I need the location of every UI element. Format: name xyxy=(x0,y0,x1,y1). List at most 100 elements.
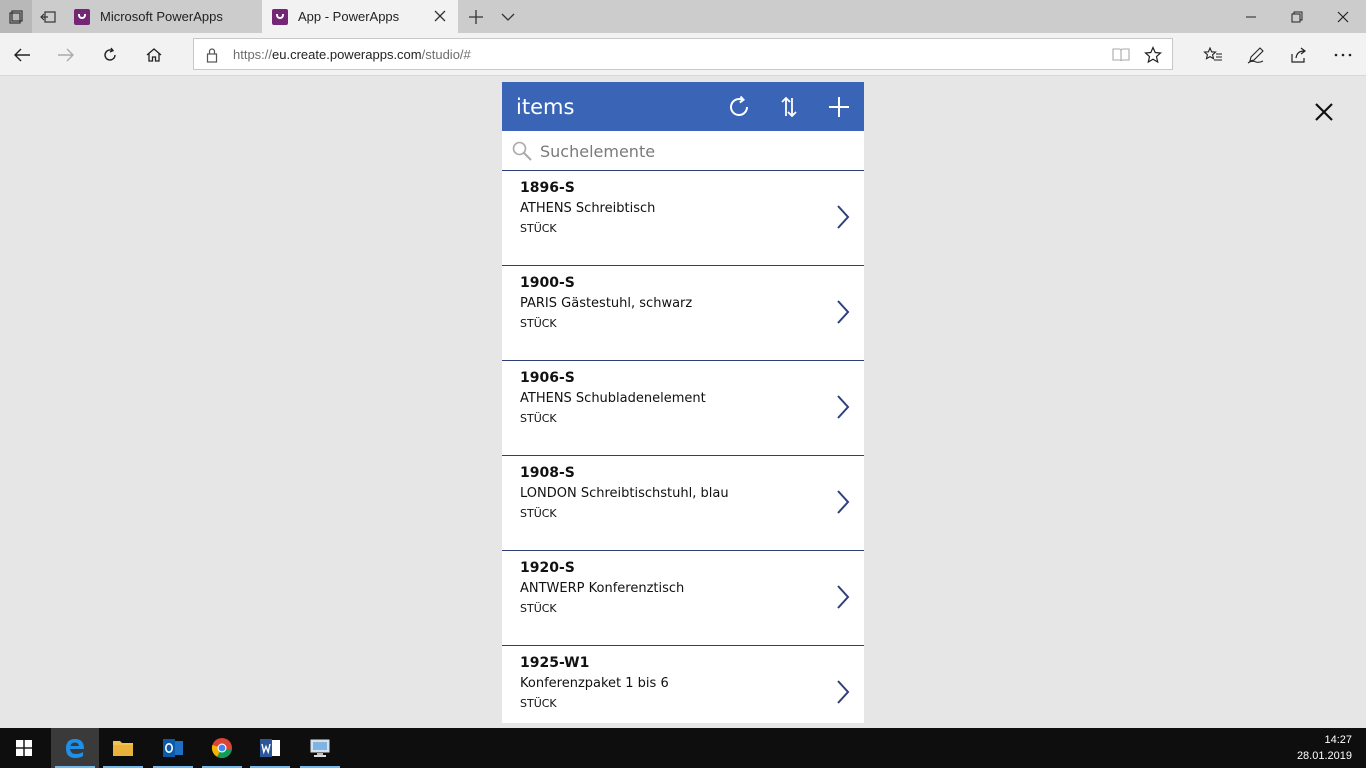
url-path: /studio/# xyxy=(421,47,471,62)
list-item[interactable]: 1896-S ATHENS Schreibtisch STÜCK xyxy=(502,171,864,266)
more-button[interactable] xyxy=(1327,39,1359,71)
item-code: 1920-S xyxy=(520,560,575,576)
start-button[interactable] xyxy=(0,728,48,768)
close-icon xyxy=(1337,11,1349,22)
item-unit: STÜCK xyxy=(520,602,557,615)
tab-app-powerapps[interactable]: App - PowerApps xyxy=(262,0,458,33)
address-bar[interactable]: https://eu.create.powerapps.com/studio/# xyxy=(193,38,1173,70)
ellipsis-icon xyxy=(1334,53,1352,57)
arrow-right-icon xyxy=(58,48,74,62)
chrome-icon xyxy=(211,738,232,758)
page-title: items xyxy=(516,95,575,119)
refresh-button[interactable] xyxy=(94,39,126,71)
home-button[interactable] xyxy=(138,39,170,71)
item-description: ATHENS Schreibtisch xyxy=(520,201,656,216)
favorites-hub-button[interactable] xyxy=(1197,39,1229,71)
reading-view-icon[interactable] xyxy=(1112,47,1130,63)
app-header: items xyxy=(502,82,864,131)
clock-date: 28.01.2019 xyxy=(1296,750,1352,762)
new-tab-button[interactable] xyxy=(460,0,492,33)
taskbar-chrome[interactable] xyxy=(198,728,246,768)
taskbar-edge[interactable] xyxy=(51,728,99,768)
browser-titlebar: Microsoft PowerApps App - PowerApps xyxy=(0,0,1366,33)
clock-time: 14:27 xyxy=(1324,734,1352,746)
powerapps-icon xyxy=(272,8,288,25)
restore-button[interactable] xyxy=(1274,0,1320,33)
url-host: eu.create.powerapps.com xyxy=(272,47,422,62)
close-preview-icon[interactable] xyxy=(1312,100,1336,124)
favorite-star-icon[interactable] xyxy=(1144,46,1162,64)
item-description: ATHENS Schubladenelement xyxy=(520,391,706,406)
url-scheme: https:// xyxy=(233,47,273,62)
list-item[interactable]: 1920-S ANTWERP Konferenztisch STÜCK xyxy=(502,551,864,646)
lock-icon xyxy=(206,48,218,63)
tab-label: Microsoft PowerApps xyxy=(100,9,223,24)
tabs-aside-button[interactable] xyxy=(32,0,64,33)
arrow-left-icon xyxy=(14,48,30,62)
back-button[interactable] xyxy=(6,39,38,71)
chevron-right-icon[interactable] xyxy=(835,299,851,325)
powerapps-app-screen: items 1896-S ATHENS Schreibtisch STÜCK 1… xyxy=(502,82,864,723)
tabs-aside-icon xyxy=(40,10,56,23)
close-tab-icon[interactable] xyxy=(432,8,448,24)
item-description: ANTWERP Konferenztisch xyxy=(520,581,685,596)
tab-list-button[interactable] xyxy=(492,0,524,33)
item-unit: STÜCK xyxy=(520,697,557,710)
refresh-icon xyxy=(104,47,116,61)
add-icon[interactable] xyxy=(827,95,851,119)
share-icon xyxy=(1291,47,1306,63)
search-bar xyxy=(502,131,864,171)
taskbar-remote-desktop[interactable] xyxy=(296,728,344,768)
edge-icon xyxy=(66,739,84,758)
taskbar-file-explorer[interactable] xyxy=(99,728,147,768)
plus-icon xyxy=(469,9,483,24)
items-gallery: 1896-S ATHENS Schreibtisch STÜCK 1900-S … xyxy=(502,171,864,723)
item-description: Konferenzpaket 1 bis 6 xyxy=(520,676,669,691)
chevron-right-icon[interactable] xyxy=(835,489,851,515)
chevron-down-icon xyxy=(501,13,515,21)
chevron-right-icon[interactable] xyxy=(835,394,851,420)
chevron-right-icon[interactable] xyxy=(835,679,851,705)
list-item[interactable]: 1900-S PARIS Gästestuhl, schwarz STÜCK xyxy=(502,266,864,361)
list-item[interactable]: 1906-S ATHENS Schubladenelement STÜCK xyxy=(502,361,864,456)
list-item[interactable]: 1925-W1 Konferenzpaket 1 bis 6 STÜCK xyxy=(502,646,864,723)
favorites-list-icon xyxy=(1203,46,1222,61)
item-unit: STÜCK xyxy=(520,507,557,520)
item-unit: STÜCK xyxy=(520,412,557,425)
tab-microsoft-powerapps[interactable]: Microsoft PowerApps xyxy=(64,0,262,33)
folder-icon xyxy=(113,741,133,756)
refresh-icon[interactable] xyxy=(727,95,751,119)
home-icon xyxy=(146,48,162,62)
item-code: 1900-S xyxy=(520,275,575,291)
share-button[interactable] xyxy=(1283,39,1315,71)
tab-previews-icon xyxy=(9,9,23,24)
chevron-right-icon[interactable] xyxy=(835,204,851,230)
restore-icon xyxy=(1291,11,1303,22)
sort-icon[interactable] xyxy=(777,95,801,119)
close-window-button[interactable] xyxy=(1320,0,1366,33)
list-item[interactable]: 1908-S LONDON Schreibtischstuhl, blau ST… xyxy=(502,456,864,551)
search-input[interactable] xyxy=(540,139,840,163)
tab-previews-button[interactable] xyxy=(0,0,32,33)
windows-taskbar: 14:27 28.01.2019 xyxy=(0,728,1366,768)
system-clock[interactable]: 14:27 28.01.2019 xyxy=(1297,732,1352,764)
minimize-button[interactable] xyxy=(1228,0,1274,33)
item-code: 1908-S xyxy=(520,465,575,481)
search-icon xyxy=(512,141,532,161)
item-code: 1925-W1 xyxy=(520,655,590,671)
taskbar-word[interactable] xyxy=(246,728,294,768)
taskbar-outlook[interactable] xyxy=(149,728,197,768)
url-text[interactable]: https://eu.create.powerapps.com/studio/# xyxy=(233,47,471,62)
chevron-right-icon[interactable] xyxy=(835,584,851,610)
item-code: 1906-S xyxy=(520,370,575,386)
powerapps-icon xyxy=(74,8,90,25)
item-unit: STÜCK xyxy=(520,222,557,235)
word-icon xyxy=(260,739,280,757)
pen-icon xyxy=(1247,47,1264,64)
outlook-icon xyxy=(163,739,183,757)
minimize-icon xyxy=(1246,16,1256,17)
item-code: 1896-S xyxy=(520,180,575,196)
web-note-button[interactable] xyxy=(1240,39,1272,71)
forward-button[interactable] xyxy=(50,39,82,71)
browser-navbar: https://eu.create.powerapps.com/studio/# xyxy=(0,33,1366,76)
